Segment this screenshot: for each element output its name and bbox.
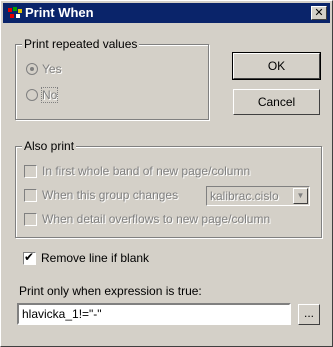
chevron-down-icon[interactable]: ▼ (293, 188, 308, 204)
print-repeated-values-legend: Print repeated values (22, 37, 140, 51)
no-radio-label: No (40, 87, 59, 103)
yes-radio-row[interactable]: Yes (26, 62, 62, 76)
print-when-dialog: Print When ✕ Print repeated values Yes N… (0, 0, 333, 347)
yes-radio-label: Yes (42, 62, 62, 76)
group-changes-label: When this group changes (42, 188, 179, 202)
close-button[interactable]: ✕ (311, 6, 327, 20)
remove-line-checkbox[interactable] (23, 250, 36, 265)
first-band-row[interactable]: In first whole band of new page/column (24, 164, 250, 178)
yes-radio[interactable] (26, 63, 38, 75)
group-changes-row[interactable]: When this group changes (24, 188, 178, 202)
group-changes-checkbox[interactable] (24, 188, 37, 202)
ok-button[interactable]: OK (232, 52, 321, 80)
no-radio-row[interactable]: No (26, 87, 59, 103)
group-select[interactable]: kalibrac.cislo ▼ (206, 186, 310, 206)
detail-overflow-row[interactable]: When detail overflows to new page/column (24, 212, 270, 226)
cancel-button[interactable]: Cancel (233, 89, 320, 115)
expression-input[interactable] (17, 303, 291, 325)
also-print-group: Also print In first whole band of new pa… (15, 139, 322, 238)
first-band-checkbox[interactable] (24, 164, 37, 178)
title-bar: Print When ✕ (3, 3, 330, 23)
remove-line-row[interactable]: Remove line if blank (23, 250, 150, 265)
print-repeated-values-group: Print repeated values Yes No (15, 37, 209, 120)
ellipsis-label: ... (303, 306, 314, 320)
close-icon: ✕ (314, 6, 324, 19)
detail-overflow-label: When detail overflows to new page/column (42, 212, 271, 226)
ok-button-label: OK (267, 59, 286, 73)
expression-builder-button[interactable]: ... (298, 304, 320, 325)
detail-overflow-checkbox[interactable] (24, 212, 37, 226)
also-print-legend: Also print (22, 139, 77, 153)
app-icon (8, 7, 22, 18)
first-band-label: In first whole band of new page/column (42, 164, 251, 178)
no-radio[interactable] (26, 89, 38, 101)
window-title: Print When (25, 5, 94, 20)
expression-label: Print only when expression is true: (19, 284, 202, 298)
cancel-button-label: Cancel (257, 95, 296, 109)
remove-line-label: Remove line if blank (41, 251, 150, 265)
group-select-value: kalibrac.cislo (210, 189, 279, 203)
